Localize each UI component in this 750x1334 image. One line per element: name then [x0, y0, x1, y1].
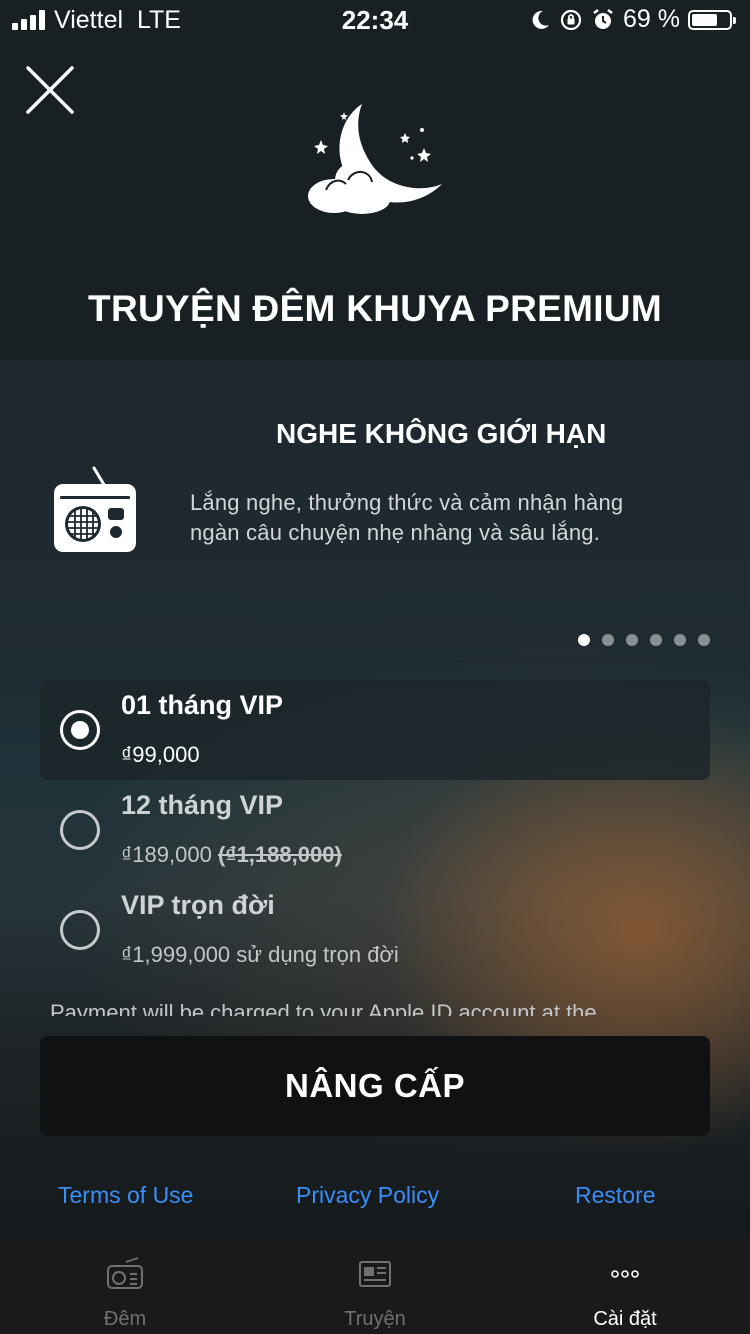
plan-name: 01 tháng VIP	[121, 690, 284, 720]
status-right: 69 %	[529, 5, 736, 34]
plan-price: ₫189,000	[121, 842, 212, 867]
radio-unselected-icon	[60, 810, 100, 850]
carousel-dot[interactable]	[674, 634, 686, 646]
tab-dem[interactable]: Đêm	[0, 1236, 250, 1334]
terms-of-use-link[interactable]: Terms of Use	[58, 1182, 193, 1209]
battery-fill	[692, 13, 717, 26]
tab-label: Truyện	[344, 1308, 406, 1330]
carousel-dot[interactable]	[650, 634, 662, 646]
carousel-page-indicator[interactable]	[578, 634, 710, 646]
plan-name: 12 tháng VIP	[121, 790, 284, 820]
moon-icon	[532, 10, 550, 29]
feature-description: Lắng nghe, thưởng thức và cảm nhận hàng …	[190, 488, 710, 548]
page-title: TRUYỆN ĐÊM KHUYA PREMIUM	[88, 288, 662, 329]
battery-icon	[688, 9, 736, 30]
plan-price: ₫1,999,000 sử dụng trọn đời	[121, 942, 399, 967]
radio-icon	[54, 466, 136, 552]
tab-label: Đêm	[103, 1308, 147, 1330]
close-button[interactable]	[26, 66, 74, 114]
radio-selected-icon	[60, 710, 100, 750]
carousel-dot[interactable]	[578, 634, 590, 646]
feature-description-line: ngàn câu chuyện nhẹ nhàng và sâu lắng.	[190, 520, 601, 545]
privacy-policy-link[interactable]: Privacy Policy	[296, 1182, 439, 1209]
close-icon	[26, 66, 74, 114]
plan-option-lifetime[interactable]: VIP trọn đời ₫1,999,000 sử dụng trọn đời	[40, 880, 710, 980]
carousel-dot[interactable]	[698, 634, 710, 646]
moon-cloud-logo-icon	[308, 104, 442, 214]
feature-description-line: Lắng nghe, thưởng thức và cảm nhận hàng	[190, 490, 624, 515]
plan-original-price: (₫1,188,000)	[217, 842, 342, 867]
radio-icon	[107, 1257, 143, 1289]
battery-percent: 69 %	[623, 5, 680, 33]
plan-option-monthly[interactable]: 01 tháng VIP ₫99,000	[40, 680, 710, 780]
carousel-dot[interactable]	[626, 634, 638, 646]
plan-price: ₫99,000	[121, 742, 200, 767]
orientation-lock-icon	[560, 9, 582, 30]
carousel-dot[interactable]	[602, 634, 614, 646]
radio-unselected-icon	[60, 910, 100, 950]
subscription-terms[interactable]: Payment will be charged to your Apple ID…	[0, 996, 750, 1016]
more-icon	[611, 1270, 639, 1278]
plan-price-row: ₫189,000 (₫1,188,000)	[121, 842, 342, 868]
plan-name: VIP trọn đời	[121, 890, 275, 920]
restore-link[interactable]: Restore	[575, 1182, 656, 1209]
newspaper-icon	[359, 1261, 391, 1287]
subscription-terms-text: Payment will be charged to your Apple ID…	[50, 1000, 597, 1016]
tab-cai-dat[interactable]: Cài đặt	[500, 1236, 750, 1334]
tab-bar: Đêm Truyện Cài đặt	[0, 1236, 750, 1334]
status-bar: Viettel LTE 22:34 69 %	[0, 0, 750, 40]
feature-title: NGHE KHÔNG GIỚI HẠN	[276, 418, 607, 449]
plan-option-yearly[interactable]: 12 tháng VIP ₫189,000 (₫1,188,000)	[40, 780, 710, 880]
tab-label: Cài đặt	[593, 1308, 657, 1330]
alarm-icon	[593, 8, 613, 29]
tab-truyen[interactable]: Truyện	[250, 1236, 500, 1334]
upgrade-button[interactable]: NÂNG CẤP	[40, 1036, 710, 1136]
